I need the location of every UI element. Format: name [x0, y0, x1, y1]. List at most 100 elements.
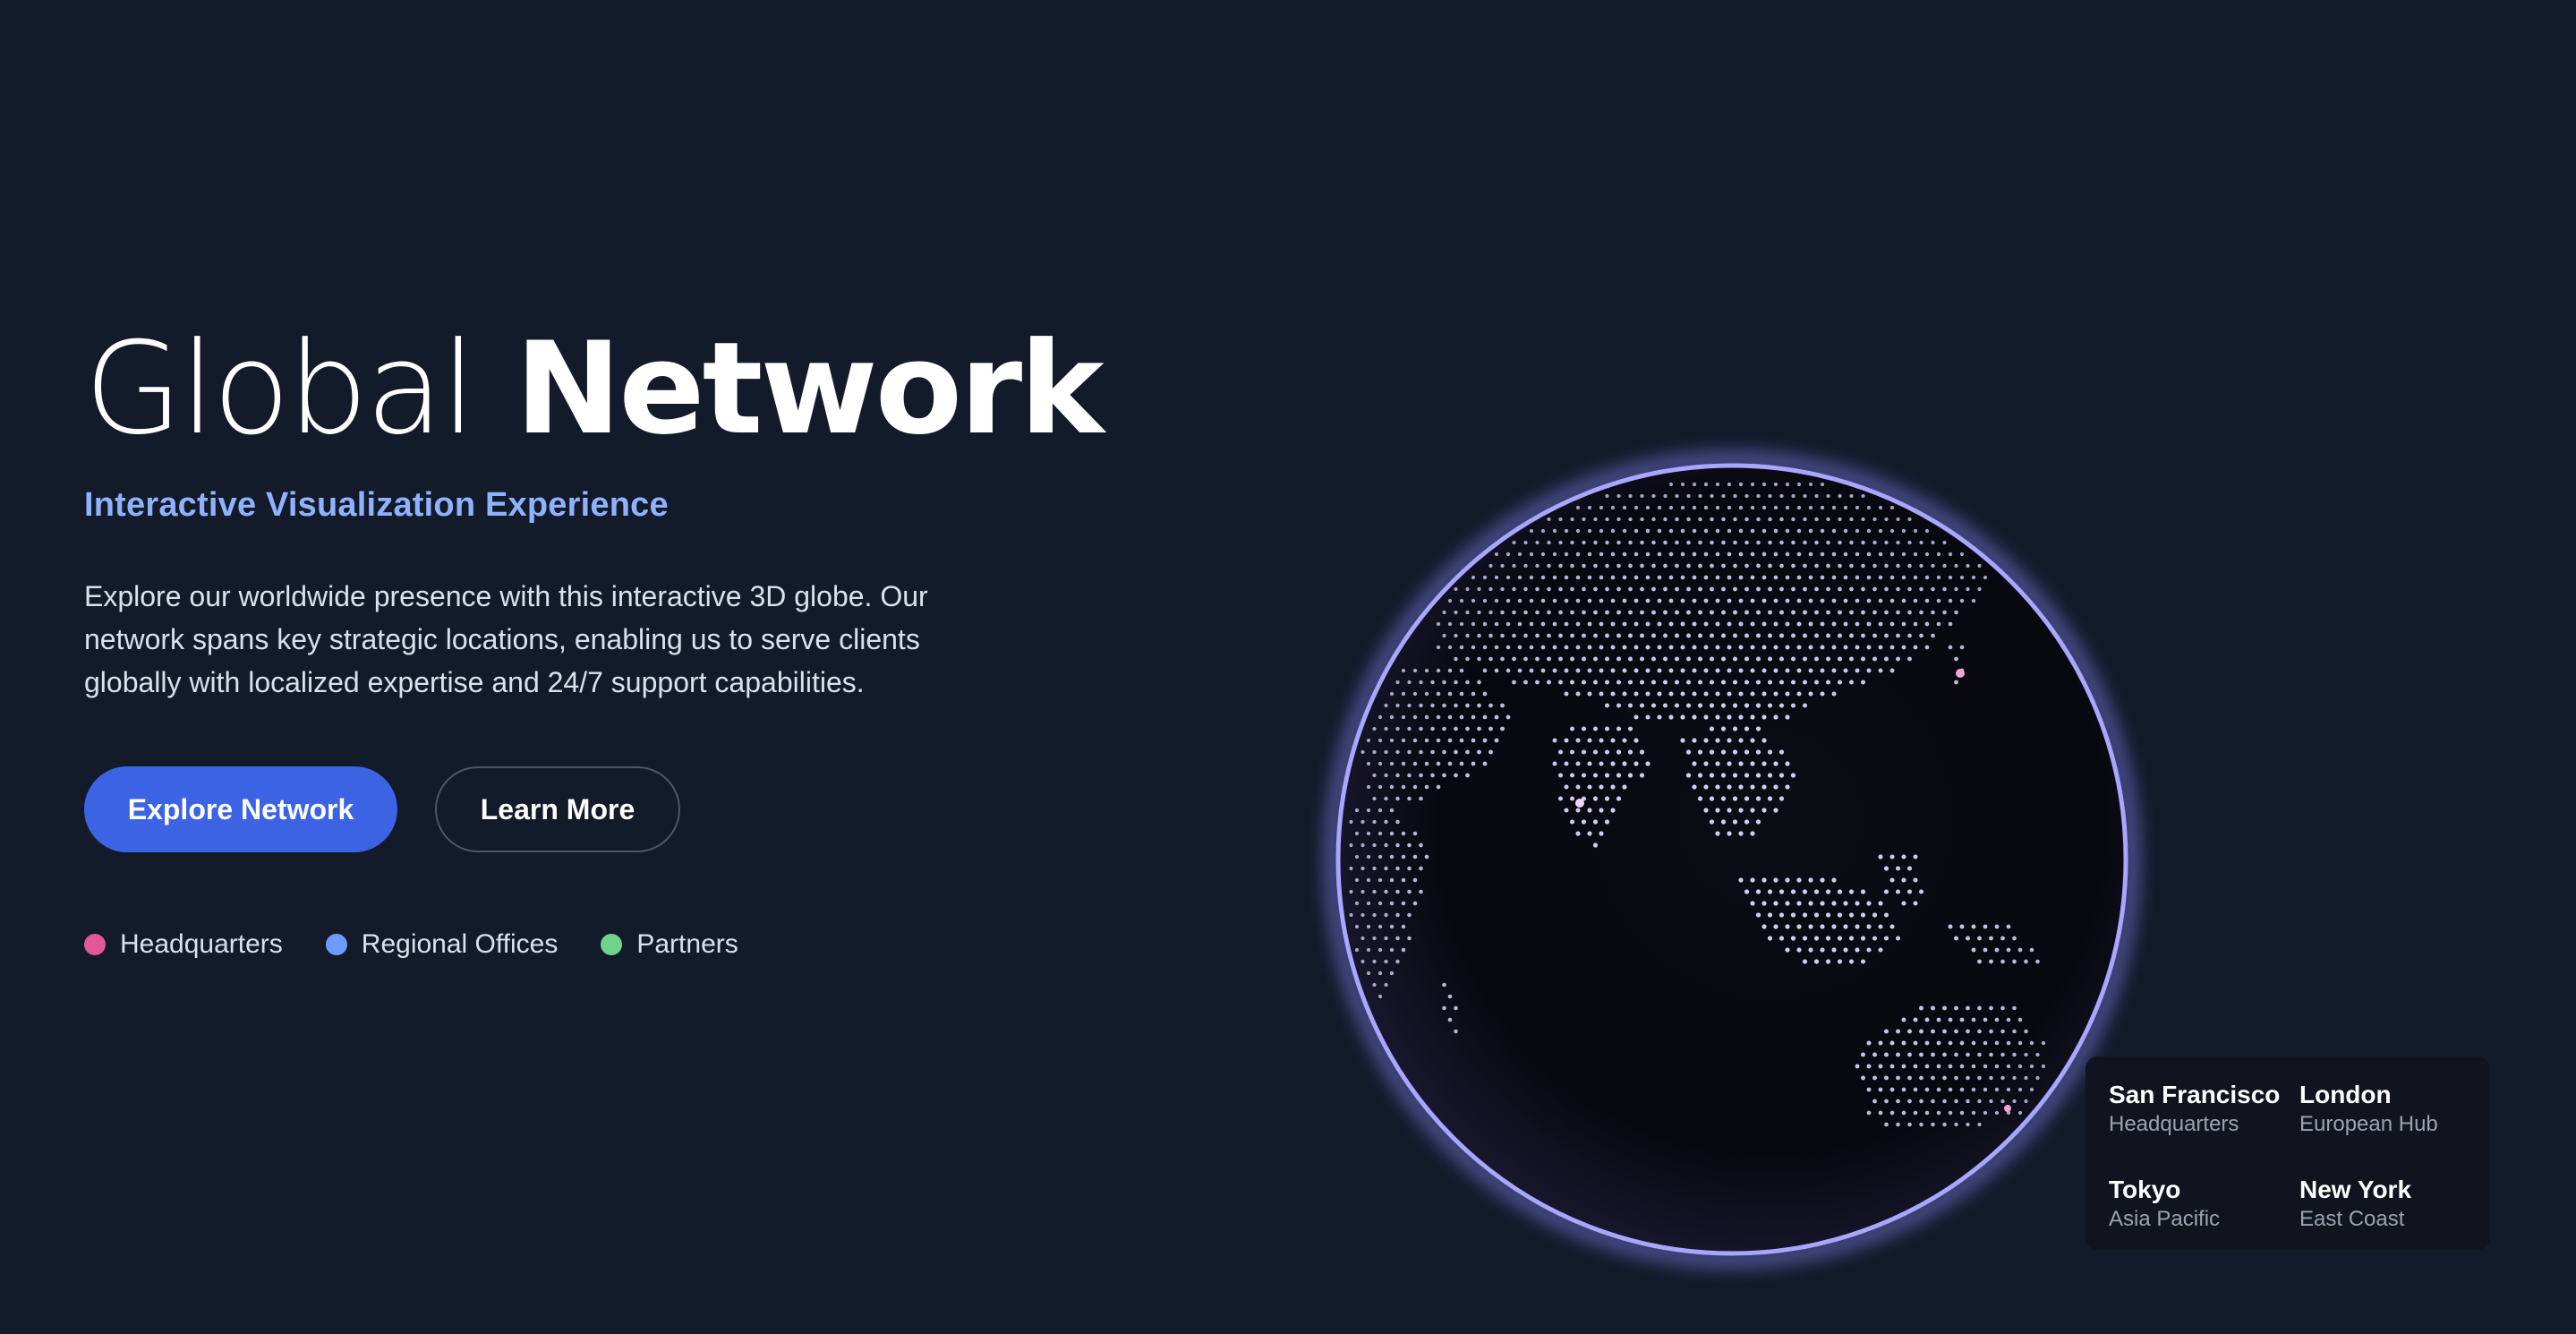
land-dot — [1471, 598, 1476, 603]
land-dot — [1971, 1017, 1976, 1022]
land-dot — [1366, 808, 1371, 813]
land-dot — [1436, 714, 1441, 720]
city-new-york[interactable]: New York East Coast — [2299, 1175, 2478, 1250]
land-dot — [1547, 680, 1551, 685]
land-dot — [1512, 610, 1516, 615]
land-dot — [1931, 563, 1935, 569]
land-dot — [1633, 714, 1639, 720]
land-dot — [1954, 1005, 1958, 1011]
land-dot — [1482, 598, 1488, 603]
land-dot — [2041, 1040, 2046, 1046]
land-dot — [1721, 563, 1726, 569]
land-dot — [1674, 703, 1680, 708]
land-dot — [1465, 656, 1470, 662]
location-marker-icon[interactable] — [1575, 799, 1584, 808]
land-dot — [1989, 936, 1993, 941]
land-dot — [1733, 493, 1737, 499]
land-dot — [1878, 552, 1883, 557]
land-dot — [1384, 982, 1388, 988]
land-dot — [1349, 842, 1353, 848]
land-dot — [1738, 575, 1744, 580]
land-dot — [1884, 1122, 1889, 1127]
land-dot — [1610, 808, 1616, 813]
land-dot — [1599, 738, 1604, 743]
land-dot — [1552, 761, 1557, 766]
land-dot — [1733, 610, 1737, 615]
land-dot — [1628, 493, 1633, 499]
land-dot — [1913, 621, 1918, 627]
land-dot — [1395, 912, 1400, 918]
land-dot — [1779, 563, 1784, 569]
land-dot — [1709, 796, 1715, 801]
city-london[interactable]: London European Hub — [2299, 1080, 2478, 1155]
land-dot — [1640, 517, 1644, 522]
land-dot — [2012, 936, 2017, 941]
land-dot — [1459, 598, 1464, 603]
land-dot — [1744, 819, 1750, 825]
land-dot — [1628, 563, 1633, 569]
land-dot — [2017, 1064, 2023, 1069]
land-dot — [1575, 645, 1581, 650]
globe-svg[interactable] — [1325, 452, 2139, 1267]
legend-label: Headquarters — [120, 929, 283, 960]
land-dot — [1378, 738, 1383, 743]
land-dot — [1401, 761, 1406, 766]
land-dot — [1419, 726, 1423, 731]
land-dot — [1796, 901, 1802, 906]
city-tokyo[interactable]: Tokyo Asia Pacific — [2109, 1175, 2299, 1250]
land-dot — [1750, 761, 1755, 766]
land-dot — [1977, 936, 1982, 941]
land-dot — [1820, 598, 1825, 603]
land-dot — [1778, 796, 1785, 801]
land-dot — [1994, 1064, 2000, 1069]
globe[interactable] — [1325, 452, 2139, 1267]
tokyo-marker-icon[interactable] — [1956, 669, 1965, 678]
land-dot — [1494, 552, 1499, 557]
land-dot — [1866, 552, 1872, 557]
land-dot — [1727, 552, 1732, 557]
land-dot — [1907, 633, 1912, 638]
land-dot — [1599, 621, 1604, 627]
land-dot — [1767, 773, 1773, 778]
explore-network-button[interactable]: Explore Network — [84, 766, 397, 853]
location-marker-icon[interactable] — [2004, 1105, 2011, 1112]
land-dot — [1506, 598, 1511, 603]
land-dot — [1895, 936, 1901, 941]
land-dot — [1936, 1064, 1941, 1069]
land-dot — [2012, 1052, 2017, 1057]
land-dot — [1820, 528, 1825, 534]
land-dot — [1558, 517, 1563, 522]
land-dot — [1878, 947, 1883, 953]
learn-more-button[interactable]: Learn More — [435, 766, 680, 853]
land-dot — [1361, 959, 1365, 964]
land-dot — [1529, 668, 1534, 673]
land-dot — [1715, 738, 1720, 743]
land-dot — [1727, 808, 1732, 813]
land-dot — [1361, 936, 1365, 941]
land-dot — [1838, 517, 1842, 522]
land-dot — [1791, 586, 1796, 592]
land-dot — [1575, 761, 1581, 766]
land-dot — [1989, 959, 1993, 964]
land-dot — [1552, 738, 1557, 743]
land-dot — [1720, 796, 1727, 801]
land-dot — [1761, 668, 1767, 673]
land-dot — [1878, 901, 1883, 906]
land-dot — [1447, 691, 1453, 697]
land-dot — [1761, 598, 1767, 603]
land-dot — [1569, 773, 1575, 778]
land-dot — [1622, 528, 1627, 534]
land-dot — [1808, 598, 1813, 603]
city-san-francisco[interactable]: San Francisco Headquarters — [2109, 1080, 2299, 1155]
land-dot — [1389, 738, 1395, 743]
land-dot — [1575, 668, 1581, 673]
land-dot — [1883, 866, 1889, 871]
land-dot — [1837, 680, 1843, 685]
land-dot — [1901, 528, 1906, 534]
land-dot — [1639, 773, 1645, 778]
land-dot — [1378, 761, 1383, 766]
land-dot — [1761, 575, 1767, 580]
land-dot — [1616, 680, 1622, 685]
land-dot — [1384, 912, 1388, 918]
land-dot — [1767, 703, 1773, 708]
